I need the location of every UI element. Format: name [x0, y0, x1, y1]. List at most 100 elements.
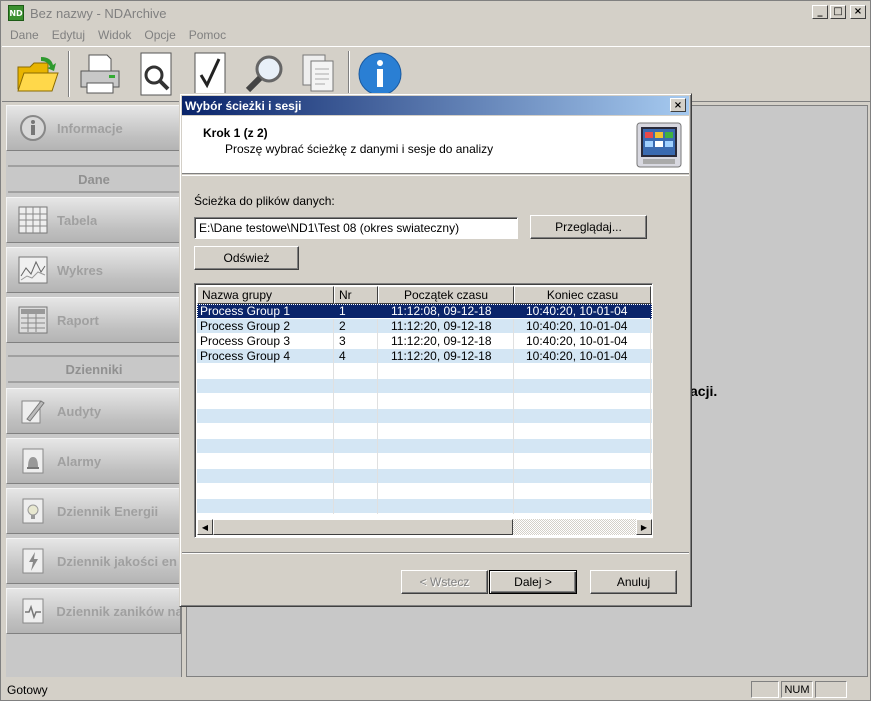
sidebar-item-wykres[interactable]: Wykres	[6, 247, 181, 293]
minimize-button[interactable]: _	[812, 5, 828, 19]
cell-group-name: Process Group 1	[197, 304, 334, 319]
app-icon: ND	[8, 5, 24, 21]
empty-cell	[514, 394, 651, 409]
empty-cell	[378, 364, 514, 379]
cell-end: 10:40:20, 10-01-04	[514, 349, 651, 364]
cell-end: 10:40:20, 10-01-04	[514, 319, 651, 334]
sidebar-item-label: Raport	[57, 312, 99, 328]
col-header-group-name[interactable]: Nazwa grupy	[197, 286, 334, 304]
col-header-end[interactable]: Koniec czasu	[514, 286, 651, 304]
status-pane-num: NUM	[781, 681, 813, 698]
search-icon[interactable]	[242, 49, 290, 99]
sidebar-item-label: Dziennik jakości en	[57, 553, 177, 569]
menu-opcje[interactable]: Opcje	[136, 28, 180, 42]
section-dzienniki: Dzienniki	[8, 355, 180, 383]
scroll-right-icon[interactable]: ▶	[636, 519, 652, 535]
sidebar-item-label: Informacje	[57, 120, 123, 136]
empty-cell	[334, 469, 378, 484]
sidebar-item-dziennik-jakosci[interactable]: Dziennik jakości en	[6, 538, 181, 584]
col-header-nr[interactable]: Nr	[334, 286, 378, 304]
cell-nr: 4	[334, 349, 378, 364]
cell-nr: 1	[334, 304, 378, 319]
back-button[interactable]: < Wstecz	[401, 570, 488, 594]
status-bar: Gotowy NUM	[2, 679, 870, 700]
session-list[interactable]: Nazwa grupy Nr Początek czasu Koniec cza…	[194, 283, 653, 538]
refresh-button[interactable]: Odśwież	[194, 246, 299, 270]
menu-edytuj[interactable]: Edytuj	[44, 28, 90, 42]
next-button[interactable]: Dalej >	[489, 570, 577, 594]
menu-pomoc[interactable]: Pomoc	[181, 28, 231, 42]
bulb-icon	[17, 495, 49, 527]
empty-cell	[197, 454, 334, 469]
path-input[interactable]: E:\Dane testowe\ND1\Test 08 (okres swiat…	[194, 217, 518, 239]
table-row[interactable]: Process Group 2 2 11:12:20, 09-12-18 10:…	[197, 319, 652, 334]
wizard-header: Krok 1 (z 2) Proszę wybrać ścieżkę z dan…	[182, 116, 689, 174]
horizontal-scrollbar[interactable]: ◀ ▶	[197, 519, 652, 535]
table-row[interactable]: Process Group 1 1 11:12:08, 09-12-18 10:…	[197, 304, 652, 319]
print-preview-icon[interactable]	[132, 49, 180, 99]
print-icon[interactable]	[76, 49, 124, 99]
empty-cell	[197, 409, 334, 424]
recorder-device-icon	[635, 121, 683, 169]
cell-start: 11:12:08, 09-12-18	[378, 304, 514, 319]
empty-cell	[334, 484, 378, 499]
pen-icon	[17, 395, 49, 427]
empty-cell	[514, 409, 651, 424]
sidebar-item-raport[interactable]: Raport	[6, 297, 181, 343]
path-label: Ścieżka do plików danych:	[194, 194, 335, 208]
close-button[interactable]: ×	[850, 5, 866, 19]
menu-dane[interactable]: Dane	[2, 28, 44, 42]
empty-cell	[514, 454, 651, 469]
open-folder-icon[interactable]	[14, 49, 62, 99]
menu-widok[interactable]: Widok	[90, 28, 136, 42]
cell-group-name: Process Group 3	[197, 334, 334, 349]
maximize-button[interactable]: □	[830, 5, 846, 19]
empty-cell	[378, 439, 514, 454]
bell-icon	[17, 445, 49, 477]
sidebar-item-label: Audyty	[57, 403, 102, 419]
empty-row	[197, 394, 652, 409]
empty-row	[197, 379, 652, 394]
empty-cell	[514, 439, 651, 454]
empty-cell	[197, 394, 334, 409]
scroll-left-icon[interactable]: ◀	[197, 519, 213, 535]
empty-cell	[514, 424, 651, 439]
sidebar-item-dziennik-energii[interactable]: Dziennik Energii	[6, 488, 181, 534]
empty-cell	[197, 469, 334, 484]
cell-start: 11:12:20, 09-12-18	[378, 334, 514, 349]
empty-row	[197, 484, 652, 499]
sidebar: Informacje Dane Tabela Wykres Raport Dzi…	[6, 105, 182, 677]
sidebar-item-alarmy[interactable]: Alarmy	[6, 438, 181, 484]
report-icon	[17, 304, 49, 336]
lightning-icon	[17, 545, 49, 577]
empty-cell	[514, 364, 651, 379]
empty-cell	[197, 439, 334, 454]
browse-button[interactable]: Przeglądaj...	[530, 215, 647, 239]
table-icon	[17, 204, 49, 236]
title-bar: ND Bez nazwy - NDArchive _ □ ×	[2, 2, 870, 24]
info-icon[interactable]	[356, 49, 404, 99]
check-icon[interactable]	[186, 49, 234, 99]
sidebar-item-audyty[interactable]: Audyty	[6, 388, 181, 434]
copy-icon[interactable]	[296, 49, 344, 99]
empty-cell	[334, 364, 378, 379]
empty-cell	[514, 379, 651, 394]
empty-cell	[334, 439, 378, 454]
empty-cell	[334, 454, 378, 469]
sidebar-item-label: Alarmy	[57, 453, 102, 469]
scroll-thumb[interactable]	[213, 519, 513, 535]
sidebar-item-tabela[interactable]: Tabela	[6, 197, 181, 243]
table-row[interactable]: Process Group 3 3 11:12:20, 09-12-18 10:…	[197, 334, 652, 349]
empty-cell	[334, 379, 378, 394]
empty-cell	[514, 499, 651, 514]
cancel-button[interactable]: Anuluj	[590, 570, 677, 594]
sidebar-item-informacje[interactable]: Informacje	[6, 105, 181, 151]
empty-cell	[378, 424, 514, 439]
table-row[interactable]: Process Group 4 4 11:12:20, 09-12-18 10:…	[197, 349, 652, 364]
sidebar-item-label: Dziennik zaników na	[56, 603, 180, 619]
empty-cell	[197, 499, 334, 514]
sidebar-item-dziennik-zanikow[interactable]: Dziennik zaników na	[6, 588, 181, 634]
dialog-close-button[interactable]: ×	[670, 98, 686, 112]
empty-cell	[197, 364, 334, 379]
col-header-start[interactable]: Początek czasu	[378, 286, 514, 304]
